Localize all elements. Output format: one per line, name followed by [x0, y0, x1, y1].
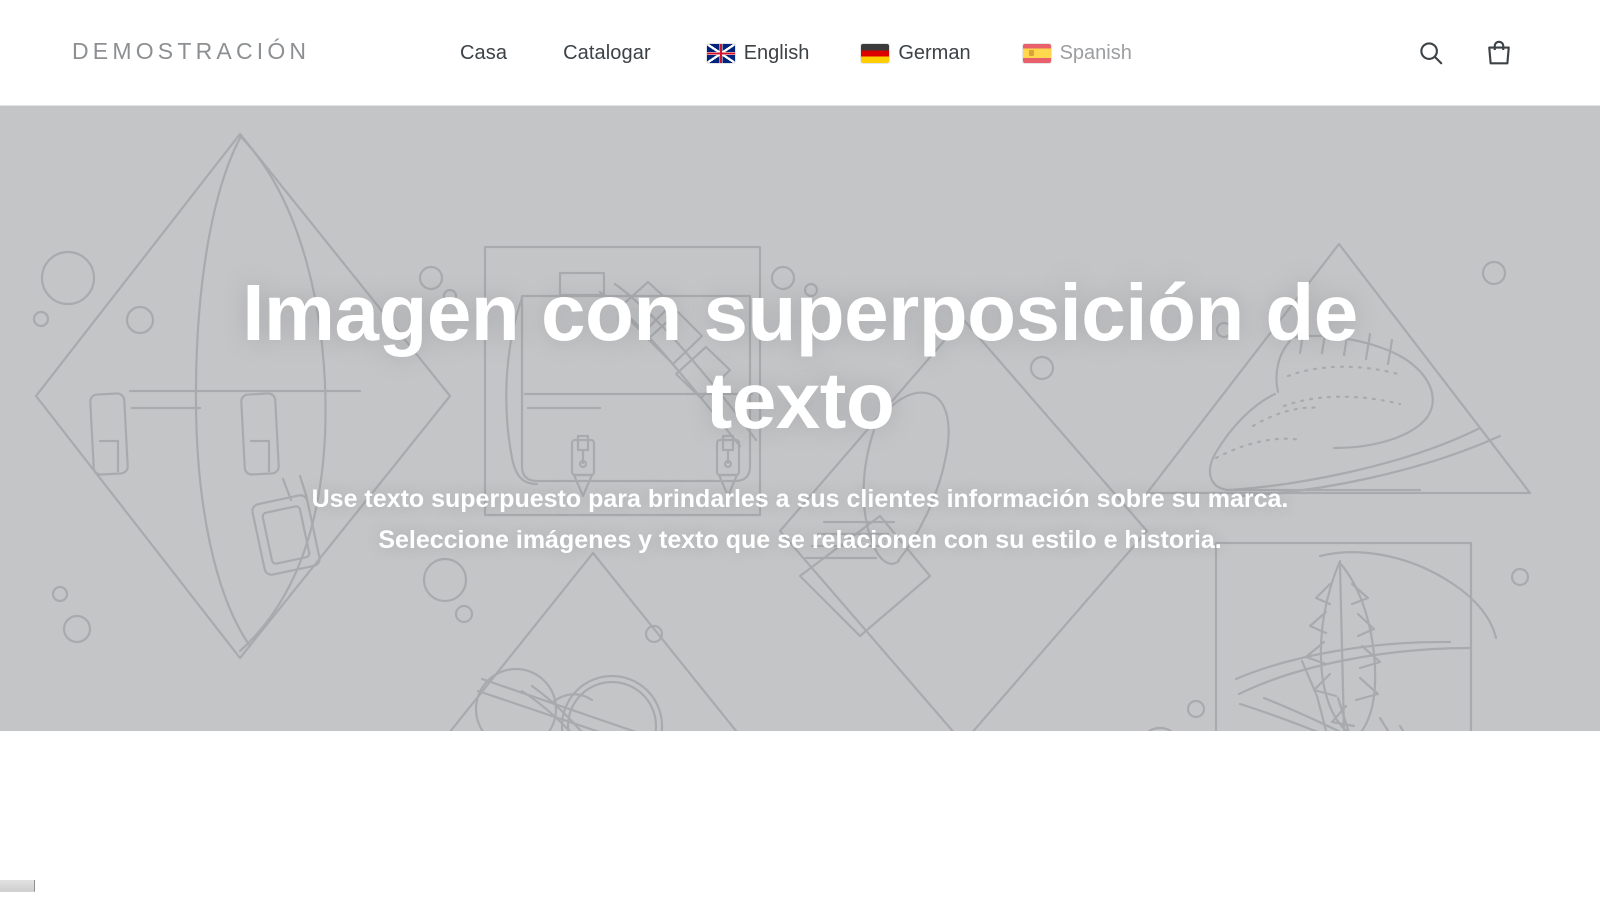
language-label-german: German	[898, 42, 971, 64]
cart-button[interactable]	[1484, 38, 1514, 68]
shopping-bag-icon	[1488, 40, 1510, 65]
nav-link-catalogar[interactable]: Catalogar	[563, 43, 651, 63]
language-link-german[interactable]: German	[861, 42, 971, 64]
german-flag-icon	[861, 43, 890, 63]
horizontal-scrollbar[interactable]	[0, 880, 1600, 892]
main-navigation: Casa Catalogar English German Spanish	[460, 0, 1132, 106]
spanish-flag-icon	[1022, 43, 1051, 63]
search-icon	[1420, 42, 1443, 65]
page-content-area	[0, 731, 1600, 900]
language-link-spanish[interactable]: Spanish	[1022, 42, 1132, 64]
hero-title: Imagen con superposición de texto	[242, 268, 1358, 445]
uk-flag-icon	[706, 43, 735, 63]
header-actions	[1416, 0, 1514, 106]
nav-link-casa[interactable]: Casa	[460, 43, 507, 63]
horizontal-scrollbar-thumb[interactable]	[0, 880, 35, 892]
site-header: DEMOSTRACIÓN Casa Catalogar English Germ…	[0, 0, 1600, 106]
language-link-english[interactable]: English	[706, 42, 810, 64]
hero-banner: Imagen con superposición de texto Use te…	[0, 106, 1600, 731]
language-label-english: English	[743, 42, 810, 64]
hero-content: Imagen con superposición de texto Use te…	[180, 269, 1420, 560]
search-button[interactable]	[1416, 38, 1446, 68]
site-logo[interactable]: DEMOSTRACIÓN	[72, 38, 310, 65]
language-label-spanish: Spanish	[1059, 42, 1132, 64]
hero-description: Use texto superpuesto para brindarles a …	[311, 485, 1289, 554]
